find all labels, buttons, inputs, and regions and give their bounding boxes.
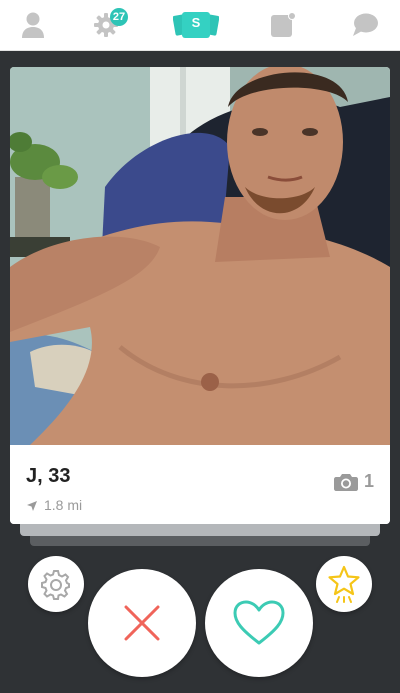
profile-photo[interactable]	[10, 67, 390, 445]
profile-name-age: J, 33	[26, 465, 71, 487]
nav-profile[interactable]	[3, 0, 63, 50]
nav-messages[interactable]	[335, 0, 395, 50]
notification-badge: 27	[110, 8, 128, 26]
photo-count[interactable]: 1	[333, 471, 374, 492]
settings-button[interactable]	[28, 556, 84, 612]
like-button[interactable]	[205, 569, 313, 677]
superlike-button[interactable]	[316, 556, 372, 612]
card-dot-icon	[271, 12, 296, 37]
x-icon	[124, 605, 160, 641]
profile-info: J, 33 1.8 mi 1	[10, 445, 390, 524]
person-icon	[22, 12, 44, 38]
discover-label: S	[191, 15, 201, 30]
top-nav: 27 S	[0, 0, 400, 51]
location-arrow-icon	[27, 501, 37, 511]
nav-notifications[interactable]: 27	[76, 0, 136, 50]
profile-distance: 1.8 mi	[26, 497, 82, 513]
star-icon	[328, 565, 360, 603]
distance-value: 1.8 mi	[44, 497, 83, 513]
nav-updates[interactable]	[253, 0, 313, 50]
pass-button[interactable]	[88, 569, 196, 677]
heart-icon	[233, 600, 285, 645]
camera-icon	[333, 474, 358, 491]
profile-card[interactable]: J, 33 1.8 mi 1	[10, 67, 390, 524]
gear-icon	[41, 570, 70, 600]
nav-discover[interactable]: S	[166, 0, 226, 50]
chat-bubble-icon	[353, 13, 378, 36]
photo-count-value: 1	[363, 471, 374, 491]
